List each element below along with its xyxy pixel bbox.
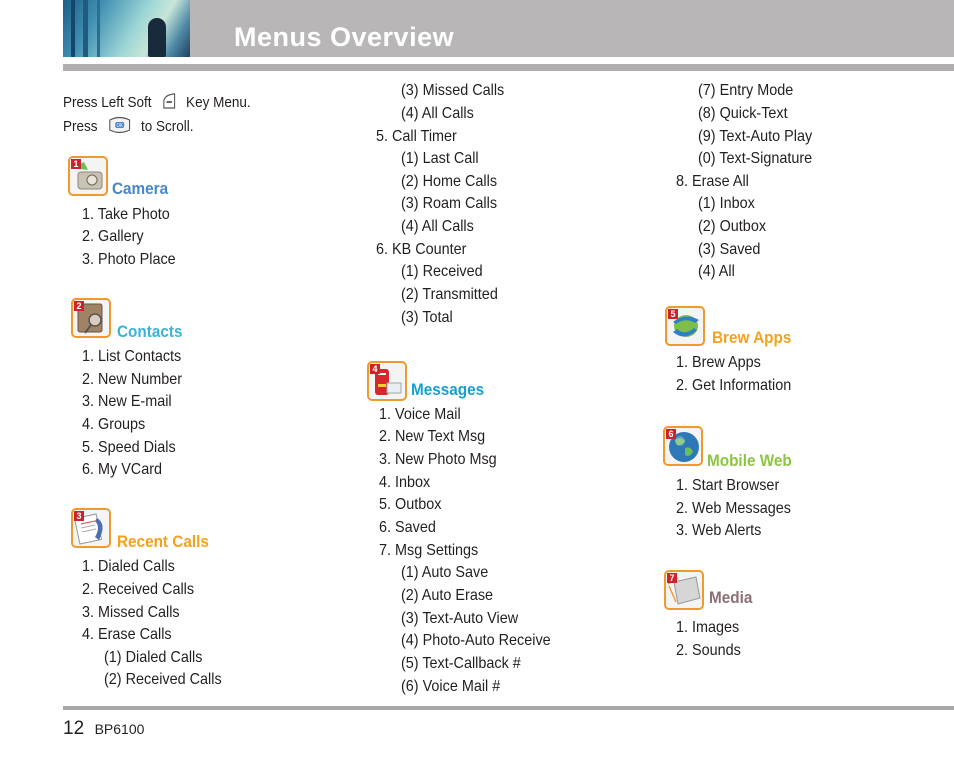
section-number-badge: 4 <box>370 364 380 374</box>
submenu-item[interactable]: (1) Last Call <box>401 149 479 169</box>
page-title: Menus Overview <box>234 22 455 52</box>
submenu-item[interactable]: (4) All Calls <box>401 104 474 124</box>
menu-item[interactable]: 1. Brew Apps <box>676 353 761 373</box>
menu-item[interactable]: 3. Missed Calls <box>82 603 180 623</box>
section-number-badge: 6 <box>666 429 676 439</box>
menu-item[interactable]: 6. Saved <box>379 518 436 538</box>
menu-item[interactable]: 2. Web Messages <box>676 499 791 519</box>
menu-item[interactable]: 1. Take Photo <box>82 205 170 225</box>
submenu-item[interactable]: (1) Dialed Calls <box>104 648 202 668</box>
menu-item[interactable]: 6. KB Counter <box>376 240 466 260</box>
submenu-item[interactable]: (1) Auto Save <box>401 563 488 583</box>
intro-line-2: Press OK to Scroll. <box>63 115 194 139</box>
section-number-badge: 5 <box>668 309 678 319</box>
submenu-item[interactable]: (4) All <box>698 262 735 282</box>
menu-item[interactable]: 1. Dialed Calls <box>82 557 175 577</box>
bottom-rule <box>63 706 954 710</box>
menu-item[interactable]: 3. New Photo Msg <box>379 450 497 470</box>
submenu-item[interactable]: (5) Text-Callback # <box>401 654 521 674</box>
submenu-item[interactable]: (1) Inbox <box>698 194 755 214</box>
menu-item[interactable]: 3. New E-mail <box>82 392 172 412</box>
contacts-icon: 2 <box>71 298 111 338</box>
messages-icon: 4 <box>367 361 407 401</box>
menu-item[interactable]: 2. New Text Msg <box>379 427 485 447</box>
intro-text: Press Left Soft <box>63 93 152 111</box>
menu-item[interactable]: 5. Outbox <box>379 495 441 515</box>
intro-text: to Scroll. <box>141 117 194 135</box>
menu-item[interactable]: 7. Msg Settings <box>379 541 478 561</box>
submenu-item[interactable]: (2) Auto Erase <box>401 586 493 606</box>
submenu-item[interactable]: (1) Received <box>401 262 483 282</box>
submenu-item[interactable]: (6) Voice Mail # <box>401 677 500 697</box>
menu-item[interactable]: 2. Get Information <box>676 376 791 396</box>
navigation-ok-key-icon: OK <box>107 115 132 139</box>
camera-icon: 1 <box>68 156 108 196</box>
section-number-badge: 1 <box>71 159 81 169</box>
submenu-item[interactable]: (2) Received Calls <box>104 670 222 690</box>
intro-text: Key Menu. <box>186 93 251 111</box>
menu-item[interactable]: 1. Images <box>676 618 739 638</box>
menu-item[interactable]: 4. Inbox <box>379 473 430 493</box>
submenu-item[interactable]: (3) Saved <box>698 240 760 260</box>
submenu-item[interactable]: (2) Home Calls <box>401 172 497 192</box>
menu-item[interactable]: 4. Erase Calls <box>82 625 172 645</box>
submenu-item[interactable]: (0) Text-Signature <box>698 149 812 169</box>
menu-item[interactable]: 6. My VCard <box>82 460 162 480</box>
page-number: 12 <box>63 718 85 739</box>
menu-item[interactable]: 3. Web Alerts <box>676 521 761 541</box>
submenu-item[interactable]: (2) Transmitted <box>401 285 498 305</box>
section-title-brew-apps: Brew Apps <box>712 328 792 347</box>
section-title-contacts: Contacts <box>117 322 183 341</box>
model-name: BP6100 <box>94 721 145 737</box>
top-rule <box>63 64 954 71</box>
left-soft-key-icon <box>161 92 177 114</box>
menu-item[interactable]: 1. Start Browser <box>676 476 779 496</box>
mobile-web-icon: 6 <box>663 426 703 466</box>
submenu-item[interactable]: (4) Photo-Auto Receive <box>401 631 551 651</box>
section-title-camera: Camera <box>112 179 169 198</box>
submenu-item[interactable]: (8) Quick-Text <box>698 104 788 124</box>
menu-item[interactable]: 1. Voice Mail <box>379 405 461 425</box>
brew-apps-icon: 5 <box>665 306 705 346</box>
menu-item[interactable]: 2. Gallery <box>82 227 144 247</box>
submenu-item[interactable]: (4) All Calls <box>401 217 474 237</box>
section-number-badge: 7 <box>667 573 677 583</box>
section-number-badge: 2 <box>74 301 84 311</box>
menu-item[interactable]: 2. New Number <box>82 370 182 390</box>
menu-item[interactable]: 8. Erase All <box>676 172 749 192</box>
submenu-item[interactable]: (3) Missed Calls <box>401 81 504 101</box>
intro-line-1: Press Left Soft Key Menu. <box>63 92 251 114</box>
section-title-messages: Messages <box>411 380 485 399</box>
menu-item[interactable]: 1. List Contacts <box>82 347 181 367</box>
svg-text:OK: OK <box>116 123 123 129</box>
menu-item[interactable]: 5. Call Timer <box>376 127 457 147</box>
footer: 12 BP6100 <box>63 718 144 740</box>
header-photo <box>63 0 191 57</box>
menu-item[interactable]: 3. Photo Place <box>82 250 176 270</box>
submenu-item[interactable]: (3) Total <box>401 308 453 328</box>
menu-item[interactable]: 4. Groups <box>82 415 145 435</box>
submenu-item[interactable]: (9) Text-Auto Play <box>698 127 812 147</box>
recent-calls-icon: 3 <box>71 508 111 548</box>
submenu-item[interactable]: (2) Outbox <box>698 217 766 237</box>
section-title-mobile-web: Mobile Web <box>707 451 792 470</box>
section-title-recent-calls: Recent Calls <box>117 532 209 551</box>
menu-item[interactable]: 2. Received Calls <box>82 580 194 600</box>
section-title-media: Media <box>709 588 753 607</box>
section-number-badge: 3 <box>74 511 84 521</box>
submenu-item[interactable]: (7) Entry Mode <box>698 81 793 101</box>
submenu-item[interactable]: (3) Text-Auto View <box>401 609 518 629</box>
submenu-item[interactable]: (3) Roam Calls <box>401 194 497 214</box>
intro-text: Press <box>63 117 98 135</box>
menu-item[interactable]: 5. Speed Dials <box>82 438 176 458</box>
menu-item[interactable]: 2. Sounds <box>676 641 741 661</box>
media-icon: 7 <box>664 570 704 610</box>
